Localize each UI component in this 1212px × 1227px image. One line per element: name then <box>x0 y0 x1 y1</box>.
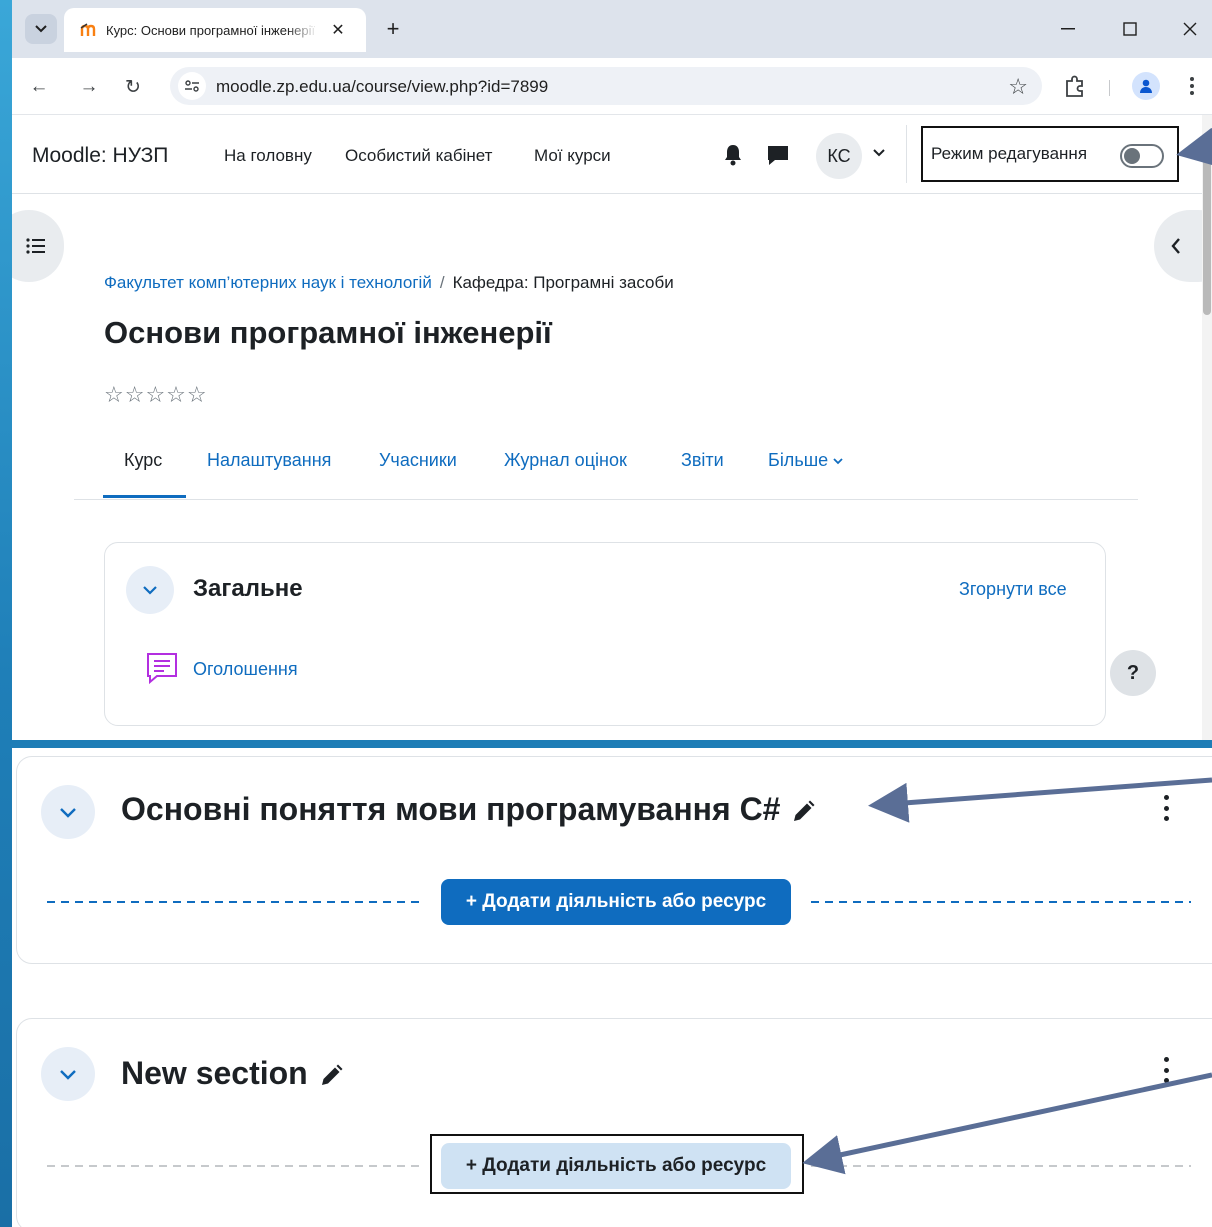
collapse-section-button[interactable] <box>41 785 95 839</box>
add-activity-highlight <box>430 1134 804 1194</box>
chevron-down-icon <box>60 1069 76 1080</box>
new-tab-button[interactable]: + <box>378 14 408 44</box>
window-close-icon[interactable] <box>1170 14 1210 44</box>
section-divider-left <box>47 1165 423 1167</box>
announcements-link[interactable]: Оголошення <box>193 659 298 680</box>
add-activity-button[interactable]: + Додати діяльність або ресурс <box>441 879 791 925</box>
section-menu-icon[interactable] <box>1162 1057 1170 1083</box>
chevron-left-icon <box>1171 238 1180 254</box>
moodle-page: Moodle: НУЗП На головну Особистий кабіне… <box>12 115 1212 740</box>
user-menu-chevron-icon[interactable] <box>872 148 886 158</box>
section-divider-right <box>811 901 1191 903</box>
toggle-knob <box>1124 148 1140 164</box>
tab-title: Курс: Основи програмної інженерії <box>106 22 316 38</box>
site-brand[interactable]: Moodle: НУЗП <box>32 144 168 168</box>
tab-settings[interactable]: Налаштування <box>207 450 331 471</box>
collapse-section-button[interactable] <box>41 1047 95 1101</box>
scrollbar-thumb[interactable] <box>1203 155 1211 315</box>
url-text: moodle.zp.edu.ua/course/view.php?id=7899 <box>216 77 549 96</box>
tab-more[interactable]: Більше <box>768 450 844 471</box>
section-title-text: New section <box>121 1055 308 1091</box>
chevron-down-icon <box>143 586 157 595</box>
section-card-csharp: Основні поняття мови програмування C# + … <box>16 756 1212 964</box>
section-title: Основні поняття мови програмування C# <box>121 791 816 828</box>
tab-close-icon[interactable]: ✕ <box>328 20 348 40</box>
messages-chat-icon[interactable] <box>766 144 790 166</box>
page-title: Основи програмної інженерії <box>104 315 552 350</box>
breadcrumb-separator: / <box>439 273 445 292</box>
breadcrumb-department: Кафедра: Програмні засоби <box>452 273 674 292</box>
section-card-new: New section + Додати діяльність або ресу… <box>16 1018 1212 1227</box>
tab-more-label: Більше <box>768 450 829 470</box>
edit-mode-highlight: Режим редагування <box>921 126 1179 182</box>
profile-icon[interactable] <box>1132 72 1160 100</box>
collapse-section-button[interactable] <box>126 566 174 614</box>
user-avatar[interactable]: КС <box>816 133 862 179</box>
active-tab-indicator <box>103 495 186 498</box>
tab-reports[interactable]: Звіти <box>681 450 724 471</box>
minimize-icon[interactable] <box>1048 14 1088 44</box>
course-rating-stars[interactable]: ☆☆☆☆☆ <box>104 382 208 408</box>
edit-mode-toggle[interactable] <box>1120 144 1164 168</box>
maximize-icon[interactable] <box>1110 14 1150 44</box>
moodle-navbar: Moodle: НУЗП На головну Особистий кабіне… <box>12 115 1212 194</box>
tab-strip: Курс: Основи програмної інженерії ✕ + <box>12 0 1212 58</box>
edit-mode-screenshot: Основні поняття мови програмування C# + … <box>12 748 1212 1227</box>
browser-window: Курс: Основи програмної інженерії ✕ + ← … <box>12 0 1212 740</box>
chevron-down-icon <box>60 807 76 818</box>
forum-icon <box>147 653 177 685</box>
nav-dashboard-link[interactable]: Особистий кабінет <box>345 146 492 166</box>
tab-participants[interactable]: Учасники <box>379 450 457 471</box>
section-title: Загальне <box>193 575 303 602</box>
breadcrumb: Факультет комп’ютерних наук і технологій… <box>104 273 674 293</box>
section-divider-left <box>47 901 423 903</box>
secondary-navigation: Курс Налаштування Учасники Журнал оцінок… <box>74 435 1138 500</box>
section-divider-right <box>811 1165 1191 1167</box>
moodle-favicon-icon <box>80 21 98 39</box>
tab-gradebook[interactable]: Журнал оцінок <box>504 450 627 471</box>
toolbar-separator <box>1109 80 1110 96</box>
section-menu-icon[interactable] <box>1162 795 1170 821</box>
browser-menu-icon[interactable] <box>1182 72 1202 100</box>
site-info-icon[interactable] <box>178 72 206 100</box>
browser-toolbar: ← → ↻ moodle.zp.edu.ua/course/view.php?i… <box>12 58 1212 115</box>
section-title-text: Основні поняття мови програмування C# <box>121 791 781 827</box>
edit-pencil-icon[interactable] <box>318 1063 344 1089</box>
edit-pencil-icon[interactable] <box>790 799 816 825</box>
edit-mode-label: Режим редагування <box>931 144 1088 163</box>
chevron-down-icon <box>833 458 843 465</box>
tab-search-button[interactable] <box>25 14 57 44</box>
collapse-all-link[interactable]: Згорнути все <box>959 579 1067 600</box>
breadcrumb-faculty-link[interactable]: Факультет комп’ютерних наук і технологій <box>104 273 432 292</box>
extensions-icon[interactable] <box>1062 73 1088 99</box>
list-icon <box>26 238 45 254</box>
navbar-divider <box>906 125 907 183</box>
nav-my-courses-link[interactable]: Мої курси <box>534 146 611 166</box>
forward-arrow-icon[interactable]: → <box>74 72 104 102</box>
reload-icon[interactable]: ↻ <box>118 72 148 102</box>
help-button[interactable]: ? <box>1110 650 1156 696</box>
section-title: New section <box>121 1055 344 1092</box>
notifications-bell-icon[interactable] <box>722 143 744 167</box>
address-bar[interactable]: moodle.zp.edu.ua/course/view.php?id=7899… <box>170 67 1042 105</box>
tab-course[interactable]: Курс <box>124 450 162 471</box>
back-arrow-icon[interactable]: ← <box>24 72 54 102</box>
course-index-drawer-button[interactable] <box>12 210 64 282</box>
general-section-card: Загальне Згорнути все Оголошення <box>104 542 1106 726</box>
nav-home-link[interactable]: На головну <box>224 146 312 166</box>
bookmark-star-icon[interactable]: ☆ <box>1008 74 1028 100</box>
browser-tab[interactable]: Курс: Основи програмної інженерії ✕ <box>64 8 366 52</box>
chevron-down-icon <box>35 25 47 33</box>
